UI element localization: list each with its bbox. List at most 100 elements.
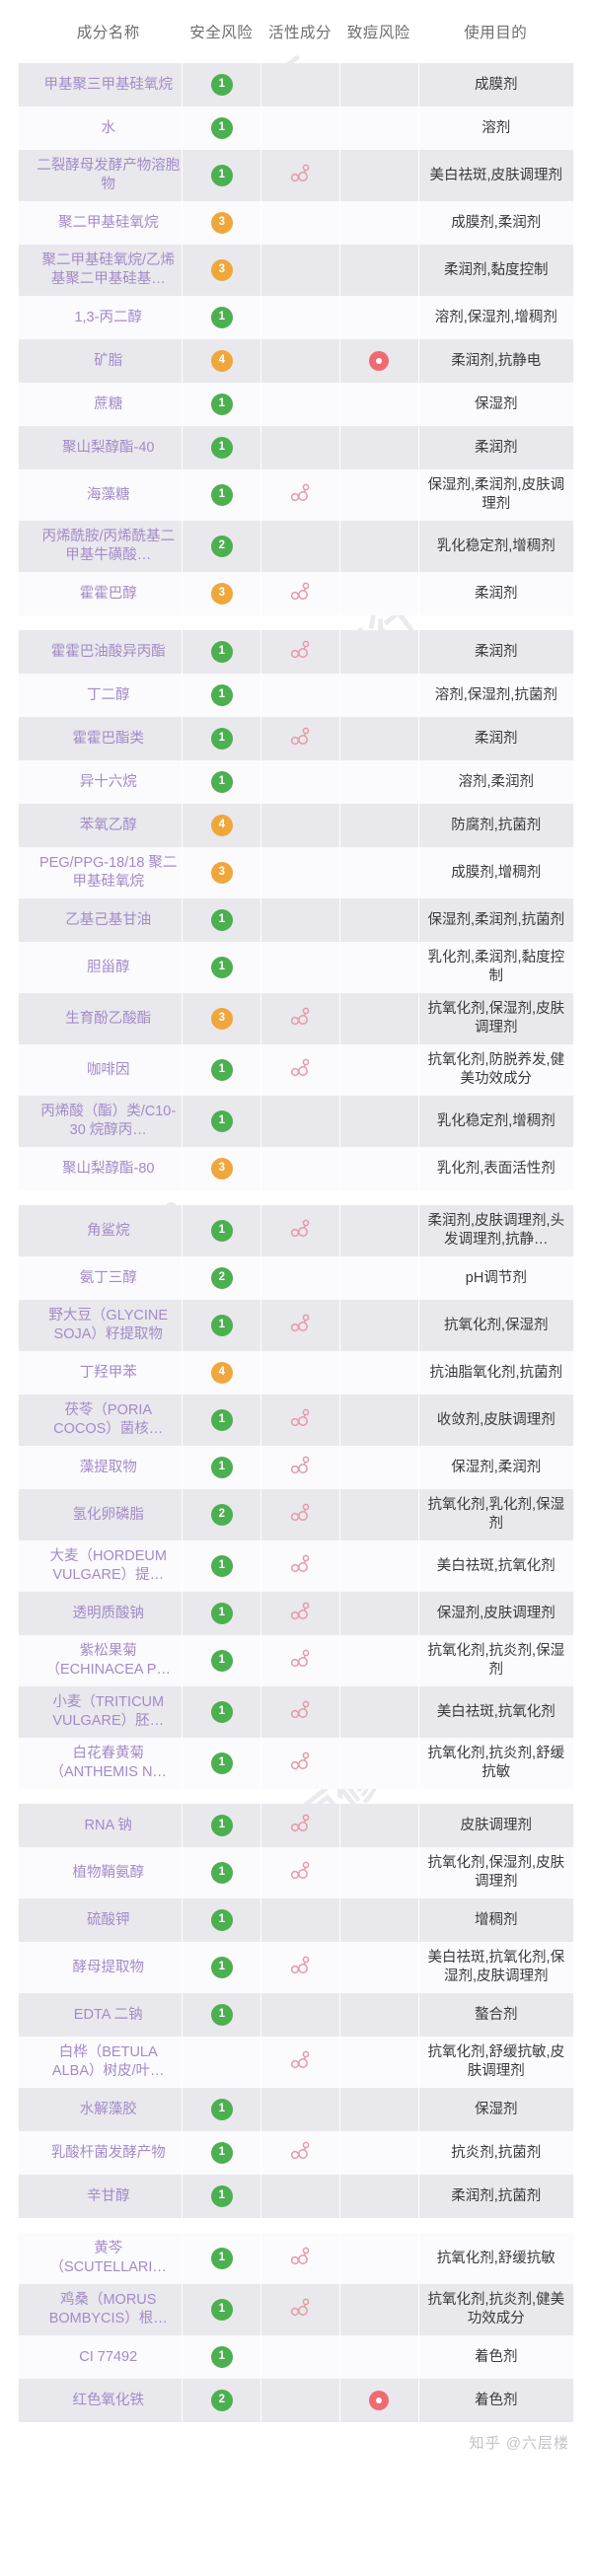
cell-acne-risk[interactable] bbox=[338, 1044, 418, 1096]
table-row[interactable]: 酵母提取物 1 美白祛斑,抗氧化剂,保湿剂,皮肤调理剂 bbox=[19, 1942, 573, 1993]
cell-active-ingredient[interactable] bbox=[260, 804, 339, 847]
cell-ingredient-name[interactable]: 蔗糖 bbox=[35, 383, 182, 426]
cell-ingredient-name[interactable]: 水解藻胶 bbox=[35, 2088, 182, 2131]
cell-safety-risk[interactable]: 1 bbox=[182, 1446, 260, 1489]
cell-safety-risk[interactable]: 1 bbox=[182, 898, 260, 942]
cell-active-ingredient[interactable] bbox=[260, 107, 339, 150]
cell-acne-risk[interactable] bbox=[338, 898, 418, 942]
cell-acne-risk[interactable] bbox=[338, 521, 418, 572]
table-row[interactable]: 蔗糖 1 保湿剂 bbox=[19, 383, 573, 426]
cell-ingredient-name[interactable]: PEG/PPG-18/18 聚二甲基硅氧烷 bbox=[35, 847, 182, 898]
table-row[interactable]: RNA 钠 1 皮肤调理剂 bbox=[19, 1804, 573, 1847]
cell-acne-risk[interactable] bbox=[338, 63, 418, 107]
cell-safety-risk[interactable]: 1 bbox=[182, 1635, 260, 1686]
cell-ingredient-name[interactable]: 白花春黄菊（ANTHEMIS N… bbox=[35, 1738, 182, 1789]
cell-safety-risk[interactable]: 4 bbox=[182, 1351, 260, 1395]
cell-safety-risk[interactable]: 2 bbox=[182, 521, 260, 572]
table-row[interactable]: 聚山梨醇酯-40 1 柔润剂 bbox=[19, 426, 573, 469]
cell-ingredient-name[interactable]: 霍霍巴酯类 bbox=[35, 717, 182, 760]
cell-acne-risk[interactable] bbox=[338, 1738, 418, 1789]
cell-ingredient-name[interactable]: EDTA 二钠 bbox=[35, 1993, 182, 2037]
cell-active-ingredient[interactable] bbox=[260, 1096, 339, 1147]
table-row[interactable]: 透明质酸钠 1 保湿剂,皮肤调理剂 bbox=[19, 1592, 573, 1635]
cell-active-ingredient[interactable] bbox=[260, 1044, 339, 1096]
cell-ingredient-name[interactable]: CI 77492 bbox=[35, 2335, 182, 2379]
cell-safety-risk[interactable]: 1 bbox=[182, 942, 260, 993]
table-row[interactable]: EDTA 二钠 1 螯合剂 bbox=[19, 1993, 573, 2037]
cell-acne-risk[interactable] bbox=[338, 2233, 418, 2284]
table-row[interactable]: 白桦（BETULA ALBA）树皮/叶… 抗氧化剂,舒缓抗敏,皮肤调理剂 bbox=[19, 2037, 573, 2088]
cell-ingredient-name[interactable]: 丙烯酸（酯）类/C10-30 烷醇丙… bbox=[35, 1096, 182, 1147]
cell-safety-risk[interactable]: 3 bbox=[182, 201, 260, 245]
cell-ingredient-name[interactable]: 矿脂 bbox=[35, 339, 182, 383]
cell-acne-risk[interactable] bbox=[338, 760, 418, 804]
cell-safety-risk[interactable]: 1 bbox=[182, 674, 260, 717]
cell-safety-risk[interactable]: 1 bbox=[182, 1993, 260, 2037]
cell-ingredient-name[interactable]: 紫松果菊（ECHINACEA P… bbox=[35, 1635, 182, 1686]
table-row[interactable]: 乙基己基甘油 1 保湿剂,柔润剂,抗菌剂 bbox=[19, 898, 573, 942]
cell-active-ingredient[interactable] bbox=[260, 898, 339, 942]
cell-acne-risk[interactable] bbox=[338, 1446, 418, 1489]
cell-safety-risk[interactable]: 3 bbox=[182, 993, 260, 1044]
cell-active-ingredient[interactable] bbox=[260, 674, 339, 717]
cell-acne-risk[interactable] bbox=[338, 1395, 418, 1446]
cell-acne-risk[interactable] bbox=[338, 1256, 418, 1300]
cell-ingredient-name[interactable]: 乳酸杆菌发酵产物 bbox=[35, 2131, 182, 2175]
cell-acne-risk[interactable] bbox=[338, 2175, 418, 2218]
cell-active-ingredient[interactable] bbox=[260, 1300, 339, 1351]
cell-safety-risk[interactable]: 1 bbox=[182, 1942, 260, 1993]
cell-active-ingredient[interactable] bbox=[260, 1686, 339, 1738]
cell-acne-risk[interactable] bbox=[338, 1847, 418, 1898]
cell-acne-risk[interactable] bbox=[338, 2037, 418, 2088]
cell-ingredient-name[interactable]: 大麦（HORDEUM VULGARE）提… bbox=[35, 1540, 182, 1592]
cell-active-ingredient[interactable] bbox=[260, 1635, 339, 1686]
cell-ingredient-name[interactable]: 霍霍巴醇 bbox=[35, 572, 182, 615]
table-row[interactable]: 小麦（TRITICUM VULGARE）胚… 1 美白祛斑,抗氧化剂 bbox=[19, 1686, 573, 1738]
cell-ingredient-name[interactable]: 甲基聚三甲基硅氧烷 bbox=[35, 63, 182, 107]
cell-active-ingredient[interactable] bbox=[260, 1592, 339, 1635]
cell-safety-risk[interactable]: 1 bbox=[182, 2088, 260, 2131]
cell-active-ingredient[interactable] bbox=[260, 2233, 339, 2284]
cell-safety-risk[interactable]: 1 bbox=[182, 2175, 260, 2218]
cell-ingredient-name[interactable]: 咖啡因 bbox=[35, 1044, 182, 1096]
cell-acne-risk[interactable] bbox=[338, 1592, 418, 1635]
cell-safety-risk[interactable]: 1 bbox=[182, 1300, 260, 1351]
cell-acne-risk[interactable] bbox=[338, 572, 418, 615]
table-row[interactable]: 甲基聚三甲基硅氧烷 1 成膜剂 bbox=[19, 63, 573, 107]
cell-active-ingredient[interactable] bbox=[260, 1446, 339, 1489]
cell-acne-risk[interactable] bbox=[338, 296, 418, 339]
cell-safety-risk[interactable]: 3 bbox=[182, 1147, 260, 1190]
cell-active-ingredient[interactable] bbox=[260, 1351, 339, 1395]
cell-active-ingredient[interactable] bbox=[260, 383, 339, 426]
cell-safety-risk[interactable]: 1 bbox=[182, 2233, 260, 2284]
cell-active-ingredient[interactable] bbox=[260, 1540, 339, 1592]
cell-ingredient-name[interactable]: 丁羟甲苯 bbox=[35, 1351, 182, 1395]
cell-ingredient-name[interactable]: 白桦（BETULA ALBA）树皮/叶… bbox=[35, 2037, 182, 2088]
cell-ingredient-name[interactable]: 红色氧化铁 bbox=[35, 2379, 182, 2422]
cell-active-ingredient[interactable] bbox=[260, 1738, 339, 1789]
table-row[interactable]: 鸡桑（MORUS BOMBYCIS）根… 1 抗氧化剂,抗炎剂,健美功效成分 bbox=[19, 2284, 573, 2335]
cell-ingredient-name[interactable]: 藻提取物 bbox=[35, 1446, 182, 1489]
cell-active-ingredient[interactable] bbox=[260, 2175, 339, 2218]
table-row[interactable]: 野大豆（GLYCINE SOJA）籽提取物 1 抗氧化剂,保湿剂 bbox=[19, 1300, 573, 1351]
table-row[interactable]: 水 1 溶剂 bbox=[19, 107, 573, 150]
cell-ingredient-name[interactable]: 乙基己基甘油 bbox=[35, 898, 182, 942]
table-row[interactable]: 辛甘醇 1 柔润剂,抗菌剂 bbox=[19, 2175, 573, 2218]
cell-active-ingredient[interactable] bbox=[260, 2335, 339, 2379]
table-row[interactable]: 角鲨烷 1 柔润剂,皮肤调理剂,头发调理剂,抗静… bbox=[19, 1205, 573, 1256]
cell-safety-risk[interactable]: 4 bbox=[182, 339, 260, 383]
cell-ingredient-name[interactable]: 丙烯酰胺/丙烯酰基二甲基牛磺酸… bbox=[35, 521, 182, 572]
cell-active-ingredient[interactable] bbox=[260, 1993, 339, 2037]
cell-safety-risk[interactable]: 1 bbox=[182, 63, 260, 107]
cell-acne-risk[interactable] bbox=[338, 1147, 418, 1190]
cell-ingredient-name[interactable]: 酵母提取物 bbox=[35, 1942, 182, 1993]
table-row[interactable]: CI 77492 1 着色剂 bbox=[19, 2335, 573, 2379]
cell-safety-risk[interactable]: 1 bbox=[182, 1205, 260, 1256]
cell-safety-risk[interactable]: 1 bbox=[182, 1804, 260, 1847]
cell-ingredient-name[interactable]: 二裂酵母发酵产物溶胞物 bbox=[35, 150, 182, 201]
table-row[interactable]: 丙烯酸（酯）类/C10-30 烷醇丙… 1 乳化稳定剂,增稠剂 bbox=[19, 1096, 573, 1147]
cell-safety-risk[interactable]: 1 bbox=[182, 1540, 260, 1592]
cell-acne-risk[interactable] bbox=[338, 804, 418, 847]
cell-acne-risk[interactable] bbox=[338, 2284, 418, 2335]
cell-safety-risk[interactable]: 3 bbox=[182, 245, 260, 296]
